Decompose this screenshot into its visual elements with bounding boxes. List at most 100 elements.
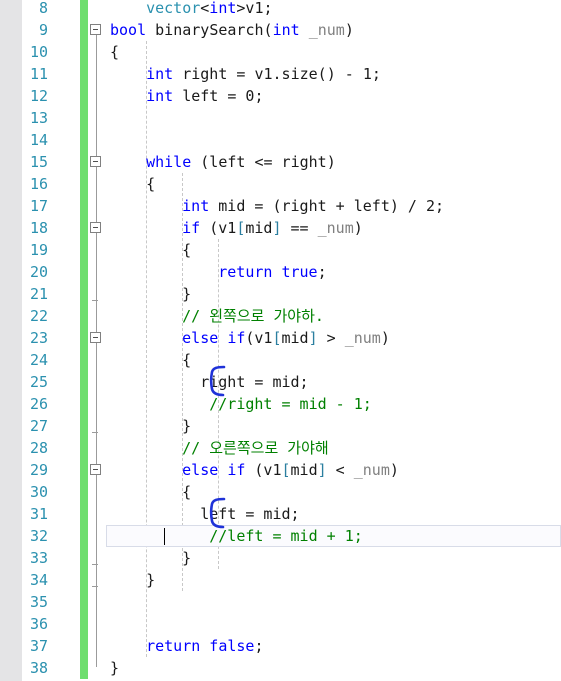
token: ): [353, 219, 363, 237]
line-number: 17: [29, 197, 48, 215]
code-line-text: }: [146, 569, 155, 591]
fold-toggle-23[interactable]: [90, 332, 101, 343]
code-line[interactable]: {: [106, 481, 561, 503]
code-line[interactable]: // 오른쪽으로 가야해: [106, 437, 561, 459]
line-number: 33: [29, 549, 48, 567]
line-number: 18: [29, 219, 48, 237]
code-line[interactable]: int mid = (right + left) / 2;: [106, 195, 561, 217]
code-line[interactable]: {: [106, 41, 561, 63]
code-line[interactable]: while (left <= right): [106, 151, 561, 173]
line-number: 36: [29, 615, 48, 633]
code-line-text: vector<int>v1;: [146, 0, 272, 19]
code-line[interactable]: }: [106, 569, 561, 591]
fold-toggle-29[interactable]: [90, 464, 101, 475]
code-line[interactable]: [106, 129, 561, 151]
code-line[interactable]: // 왼쪽으로 가야하.: [106, 305, 561, 327]
code-folding-column[interactable]: [88, 0, 106, 681]
code-line-text: }: [182, 283, 191, 305]
fold-toggle-18[interactable]: [90, 222, 101, 233]
token: }: [146, 571, 156, 589]
token: vector: [146, 0, 201, 17]
code-line[interactable]: }: [106, 283, 561, 305]
line-number: 22: [29, 307, 48, 325]
token: else: [182, 461, 219, 479]
code-line-text: else if(v1[mid] > _num): [182, 327, 390, 349]
line-number: 32: [29, 527, 48, 545]
code-editor[interactable]: vector<int>v1; bool binarySearch(int _num…: [0, 0, 561, 681]
code-line-text: //left = mid + 1;: [182, 525, 363, 547]
token: ): [380, 329, 390, 347]
line-number: 9: [38, 21, 48, 39]
text-caret: [164, 528, 165, 545]
line-number: 21: [29, 285, 48, 303]
code-line-text: int left = 0;: [146, 85, 263, 107]
code-line[interactable]: else if (v1[mid] < _num): [106, 459, 561, 481]
code-line[interactable]: }: [106, 657, 561, 679]
line-number: 19: [29, 241, 48, 259]
code-line-text: return true;: [218, 261, 326, 283]
token: // 오른쪽으로 가야해: [182, 439, 329, 457]
token: _num: [308, 21, 345, 39]
code-line[interactable]: bool binarySearch(int _num): [106, 19, 561, 41]
code-line[interactable]: return true;: [106, 261, 561, 283]
token: (v1: [245, 329, 273, 347]
token: ;: [254, 637, 264, 655]
code-line[interactable]: {: [106, 239, 561, 261]
token: ;: [317, 263, 327, 281]
code-line[interactable]: //left = mid + 1;: [106, 525, 561, 547]
code-line[interactable]: //right = mid - 1;: [106, 393, 561, 415]
token: (left <= right): [191, 153, 336, 171]
code-line-text: }: [182, 547, 191, 569]
code-line[interactable]: {: [106, 349, 561, 371]
line-number: 23: [29, 329, 48, 347]
code-line[interactable]: int left = 0;: [106, 85, 561, 107]
code-line[interactable]: left = mid;: [106, 503, 561, 525]
line-number: 15: [29, 153, 48, 171]
line-number: 20: [29, 263, 48, 281]
code-surface[interactable]: vector<int>v1; bool binarySearch(int _num…: [106, 0, 561, 681]
fold-toggle-15[interactable]: [90, 156, 101, 167]
line-number: 31: [29, 505, 48, 523]
code-line[interactable]: else if(v1[mid] > _num): [106, 327, 561, 349]
code-line[interactable]: }: [106, 415, 561, 437]
code-line-text: else if (v1[mid] < _num): [182, 459, 399, 481]
token: }: [182, 549, 192, 567]
token: (v1: [245, 461, 282, 479]
code-line[interactable]: [106, 613, 561, 635]
code-line[interactable]: int right = v1.size() - 1;: [106, 63, 561, 85]
token: //left = mid + 1;: [182, 527, 363, 545]
line-number: 13: [29, 109, 48, 127]
code-line[interactable]: if (v1[mid] == _num): [106, 217, 561, 239]
token: <: [200, 0, 210, 17]
code-line-text: left = mid;: [182, 503, 299, 525]
change-bar-column: [80, 0, 88, 681]
token: left = mid;: [182, 505, 300, 523]
token: _num: [317, 219, 354, 237]
code-line-text: }: [110, 657, 119, 679]
code-line-text: {: [182, 481, 191, 503]
fold-toggle-9[interactable]: [90, 24, 101, 35]
token: ==: [281, 219, 318, 237]
code-line-text: int mid = (right + left) / 2;: [182, 195, 444, 217]
token: }: [182, 417, 192, 435]
code-line[interactable]: {: [106, 173, 561, 195]
change-bar: [80, 0, 88, 679]
line-number: 34: [29, 571, 48, 589]
line-number: 11: [29, 65, 48, 83]
code-line[interactable]: vector<int>v1;: [106, 0, 561, 19]
code-line[interactable]: }: [106, 547, 561, 569]
code-line[interactable]: [106, 107, 561, 129]
token: {: [182, 241, 192, 259]
line-number: 30: [29, 483, 48, 501]
code-line-text: {: [182, 239, 191, 261]
fold-end-tick: [92, 564, 98, 565]
code-line-text: while (left <= right): [146, 151, 336, 173]
token: binarySearch(: [146, 21, 273, 39]
code-line[interactable]: return false;: [106, 635, 561, 657]
line-number: 28: [29, 439, 48, 457]
code-line[interactable]: right = mid;: [106, 371, 561, 393]
token: //right = mid - 1;: [182, 395, 372, 413]
code-line[interactable]: [106, 591, 561, 613]
